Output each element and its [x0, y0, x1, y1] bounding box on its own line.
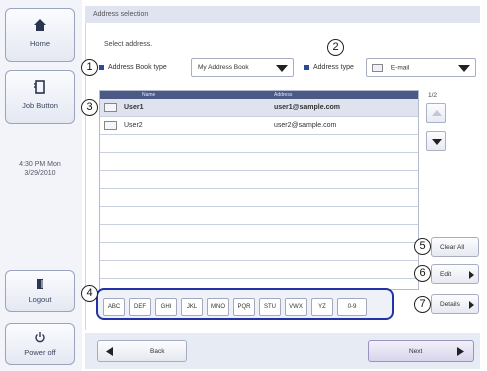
address-book-type-label: Address Book type	[99, 64, 167, 71]
home-label: Home	[29, 39, 50, 48]
callout-3: 3	[81, 99, 98, 116]
index-key-def[interactable]: DEF	[129, 298, 151, 316]
chevron-down-icon	[458, 65, 470, 72]
index-key-abc[interactable]: ABC	[103, 298, 125, 316]
page-indicator: 1/2	[428, 92, 438, 99]
callout-5: 5	[414, 238, 431, 255]
home-icon	[34, 19, 46, 31]
job-button[interactable]: Job Button	[5, 70, 75, 124]
next-button[interactable]: Next	[368, 340, 474, 362]
email-icon	[104, 121, 117, 130]
index-key-pqr[interactable]: PQR	[233, 298, 255, 316]
bullet-square-icon	[304, 65, 309, 70]
address-type-text: Address type	[313, 64, 354, 71]
table-row-empty	[100, 135, 418, 153]
table-row-empty	[100, 225, 418, 243]
index-key-mno[interactable]: MNO	[207, 298, 229, 316]
table-row-empty	[100, 207, 418, 225]
arrow-right-icon	[469, 301, 474, 309]
back-button[interactable]: Back	[97, 340, 187, 362]
arrow-down-icon	[432, 139, 442, 145]
row-address: user2@sample.com	[274, 122, 337, 129]
back-label: Back	[150, 348, 165, 355]
table-row-empty	[100, 153, 418, 171]
table-row[interactable]: User1 user1@sample.com	[100, 99, 418, 117]
chevron-down-icon	[276, 65, 288, 72]
table-row-empty	[100, 261, 418, 279]
clock: 4:30 PM Mon 3/29/2010	[5, 160, 75, 178]
clear-all-label: Clear All	[440, 244, 465, 251]
callout-1: 1	[81, 59, 98, 76]
index-key-jkl[interactable]: JKL	[181, 298, 203, 316]
row-address: user1@sample.com	[274, 104, 340, 111]
callout-2: 2	[327, 39, 344, 56]
row-name: User1	[124, 104, 144, 111]
index-key-stu[interactable]: STU	[259, 298, 281, 316]
table-row-empty	[100, 189, 418, 207]
scroll-up-button[interactable]	[426, 103, 446, 123]
clock-date: 3/29/2010	[24, 170, 56, 177]
index-key-yz[interactable]: YZ	[311, 298, 333, 316]
prompt-text: Select address.	[104, 41, 153, 48]
address-book-type-text: Address Book type	[108, 64, 167, 71]
arrow-right-icon	[469, 271, 474, 279]
job-icon	[34, 80, 45, 94]
callout-6: 6	[414, 265, 431, 282]
column-header-name: Name	[142, 92, 156, 98]
edit-button[interactable]: Edit	[431, 264, 479, 284]
arrow-right-icon	[457, 347, 464, 356]
logout-label: Logout	[28, 295, 52, 304]
logout-icon	[37, 279, 43, 289]
address-type-label: Address type	[304, 64, 354, 71]
callout-4: 4	[81, 285, 98, 302]
edit-label: Edit	[440, 271, 452, 278]
clear-all-button[interactable]: Clear All	[431, 237, 479, 257]
table-row-empty	[100, 243, 418, 261]
power-off-button[interactable]: Power off	[5, 323, 75, 365]
arrow-up-icon	[432, 110, 442, 116]
table-header: Name Address	[100, 91, 418, 99]
table-row-empty	[100, 171, 418, 189]
scroll-down-button[interactable]	[426, 131, 446, 151]
address-table: Name Address User1 user1@sample.com User…	[99, 90, 419, 290]
address-book-value: My Address Book	[198, 64, 249, 71]
row-name: User2	[124, 122, 143, 129]
email-icon	[372, 64, 383, 72]
address-type-select[interactable]: E-mail	[366, 58, 476, 77]
clock-time: 4:30 PM Mon	[19, 161, 61, 168]
power-off-label: Power off	[24, 348, 56, 357]
callout-7: 7	[414, 296, 431, 313]
job-button-label: Job Button	[22, 101, 58, 110]
table-row[interactable]: User2 user2@sample.com	[100, 117, 418, 135]
logout-button[interactable]: Logout	[5, 270, 75, 312]
arrow-left-icon	[106, 347, 113, 356]
email-icon	[104, 103, 117, 112]
home-button[interactable]: Home	[5, 8, 75, 62]
details-button[interactable]: Details	[431, 294, 479, 314]
column-header-address: Address	[274, 92, 293, 98]
power-icon	[35, 332, 45, 343]
index-key-0-9[interactable]: 0-9	[337, 298, 367, 316]
index-key-vwx[interactable]: VWX	[285, 298, 307, 316]
address-book-select[interactable]: My Address Book	[191, 58, 294, 77]
index-key-group: ABC DEF GHI JKL MNO PQR STU VWX YZ 0-9	[96, 288, 394, 320]
bullet-square-icon	[99, 65, 104, 70]
next-label: Next	[409, 348, 423, 355]
page-title: Address selection	[85, 6, 480, 23]
details-label: Details	[440, 301, 460, 308]
address-type-value: E-mail	[390, 64, 410, 72]
index-key-ghi[interactable]: GHI	[155, 298, 177, 316]
